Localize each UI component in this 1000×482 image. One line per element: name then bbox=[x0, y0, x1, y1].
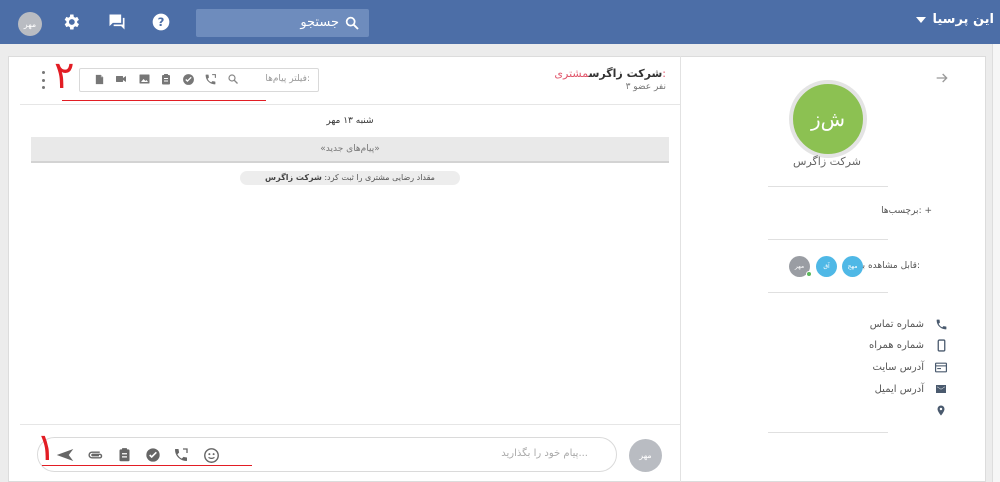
profile-avatar: ش‌ز bbox=[789, 80, 867, 158]
arrow-right-icon[interactable] bbox=[934, 70, 950, 86]
send-icon[interactable] bbox=[56, 446, 74, 464]
brand-name: این پرسیا bbox=[932, 12, 994, 27]
chat-title: شرکت زاگرسمشتری: bbox=[550, 67, 666, 80]
contact-email[interactable]: آدرس ایمیل bbox=[875, 382, 948, 396]
system-message-name: شرکت زاگرس bbox=[265, 173, 322, 182]
chat-name: شرکت زاگرس bbox=[588, 67, 663, 80]
contact-website[interactable]: آدرس سایت bbox=[873, 360, 948, 374]
video-icon[interactable] bbox=[114, 72, 128, 86]
help-icon[interactable]: ? bbox=[150, 11, 172, 33]
clipboard-icon[interactable] bbox=[115, 446, 133, 464]
tags-label[interactable]: برچسب‌ها: + bbox=[881, 206, 932, 216]
contact-label: شماره تماس bbox=[869, 318, 924, 330]
member-count[interactable]: ۳ نفر عضو bbox=[626, 82, 666, 92]
search-icon[interactable] bbox=[226, 72, 240, 86]
emoji-icon[interactable] bbox=[202, 446, 220, 464]
online-indicator bbox=[806, 271, 812, 277]
annotation-underline bbox=[42, 465, 252, 466]
image-icon[interactable] bbox=[137, 72, 151, 86]
contact-label: شماره همراه bbox=[868, 339, 924, 351]
search-icon bbox=[344, 15, 360, 31]
mobile-icon bbox=[934, 338, 948, 352]
contact-label: آدرس سایت bbox=[872, 361, 924, 373]
call-icon[interactable] bbox=[203, 72, 217, 86]
phone-icon bbox=[934, 317, 948, 331]
panel-divider bbox=[680, 56, 681, 482]
search-label: جستجو bbox=[300, 15, 339, 30]
profile-name: شرکت زاگرس bbox=[793, 155, 861, 168]
check-circle-icon[interactable] bbox=[181, 72, 195, 86]
web-icon bbox=[934, 360, 948, 374]
check-circle-icon[interactable] bbox=[144, 446, 162, 464]
annotation-number-1: ۱ bbox=[36, 425, 57, 469]
call-icon[interactable] bbox=[172, 446, 190, 464]
filter-placeholder: فیلتر پیام‌ها: bbox=[265, 74, 310, 84]
email-icon bbox=[934, 382, 948, 396]
contact-phone[interactable]: شماره تماس bbox=[870, 317, 948, 331]
system-message: مقداد رضایی مشتری را ثبت کرد: شرکت زاگرس bbox=[240, 171, 460, 185]
more-options-icon[interactable] bbox=[40, 71, 46, 89]
divider bbox=[768, 292, 888, 293]
annotation-number-2: ۲ bbox=[54, 53, 75, 97]
date-separator: شنبه ۱۳ مهر bbox=[326, 116, 374, 126]
chat-icon[interactable] bbox=[106, 11, 128, 33]
divider bbox=[768, 432, 888, 433]
chevron-down-icon bbox=[916, 16, 927, 23]
contact-mobile[interactable]: شماره همراه bbox=[869, 338, 948, 352]
paperclip-icon[interactable] bbox=[86, 446, 104, 464]
divider bbox=[768, 186, 888, 187]
user-avatar[interactable]: مهر bbox=[18, 12, 42, 36]
contact-location[interactable] bbox=[934, 403, 948, 417]
viewer-avatar[interactable]: مهج bbox=[842, 256, 863, 277]
composer-avatar[interactable]: مهر bbox=[629, 439, 662, 472]
page-scrollbar[interactable] bbox=[992, 44, 1000, 482]
composer-divider bbox=[20, 424, 680, 425]
chat-header-divider bbox=[20, 104, 680, 105]
search-input[interactable]: جستجو bbox=[196, 9, 369, 37]
document-icon[interactable] bbox=[92, 72, 106, 86]
clipboard-icon[interactable] bbox=[159, 72, 173, 86]
new-messages-banner: «پیام‌های جدید» bbox=[31, 137, 669, 163]
viewer-avatar[interactable]: آق bbox=[816, 256, 837, 277]
location-pin-icon bbox=[934, 403, 948, 417]
svg-text:?: ? bbox=[158, 15, 165, 29]
contact-label: آدرس ایمیل bbox=[874, 383, 924, 395]
annotation-underline bbox=[62, 100, 266, 101]
brand-menu[interactable]: این پرسیا bbox=[916, 12, 994, 27]
divider bbox=[768, 239, 888, 240]
system-message-text: مقداد رضایی مشتری را ثبت کرد: bbox=[324, 173, 435, 182]
message-placeholder: پیام خود را بگذارید... bbox=[501, 448, 588, 459]
gear-icon[interactable] bbox=[60, 11, 82, 33]
top-bar: مهر ? جستجو این پرسیا bbox=[0, 0, 1000, 44]
